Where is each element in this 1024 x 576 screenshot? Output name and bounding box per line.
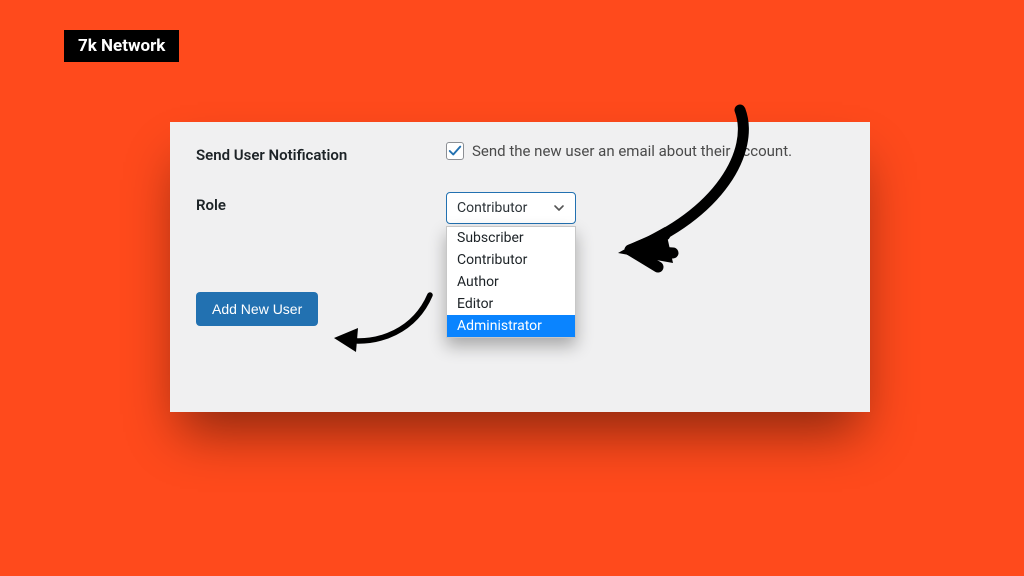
role-dropdown: SubscriberContributorAuthorEditorAdminis… bbox=[446, 226, 576, 338]
chevron-down-icon bbox=[553, 202, 565, 214]
role-row: Role Contributor SubscriberContributorAu… bbox=[196, 192, 844, 224]
role-option[interactable]: Subscriber bbox=[447, 227, 575, 249]
role-option[interactable]: Contributor bbox=[447, 249, 575, 271]
role-option[interactable]: Author bbox=[447, 271, 575, 293]
notification-field: Send the new user an email about their a… bbox=[446, 142, 844, 160]
role-option[interactable]: Administrator bbox=[447, 315, 575, 337]
add-user-panel: Send User Notification Send the new user… bbox=[170, 122, 870, 412]
role-select-wrap: Contributor SubscriberContributorAuthorE… bbox=[446, 192, 576, 224]
role-label: Role bbox=[196, 192, 446, 214]
role-select[interactable]: Contributor bbox=[446, 192, 576, 224]
role-field: Contributor SubscriberContributorAuthorE… bbox=[446, 192, 844, 224]
notification-text: Send the new user an email about their a… bbox=[472, 142, 792, 160]
notification-checkbox[interactable] bbox=[446, 142, 464, 160]
add-user-button[interactable]: Add New User bbox=[196, 292, 318, 326]
role-option[interactable]: Editor bbox=[447, 293, 575, 315]
role-selected-value: Contributor bbox=[457, 200, 527, 216]
brand-badge: 7k Network bbox=[64, 30, 179, 62]
check-icon bbox=[448, 144, 462, 158]
notification-row: Send User Notification Send the new user… bbox=[196, 142, 844, 164]
notification-label: Send User Notification bbox=[196, 142, 446, 164]
